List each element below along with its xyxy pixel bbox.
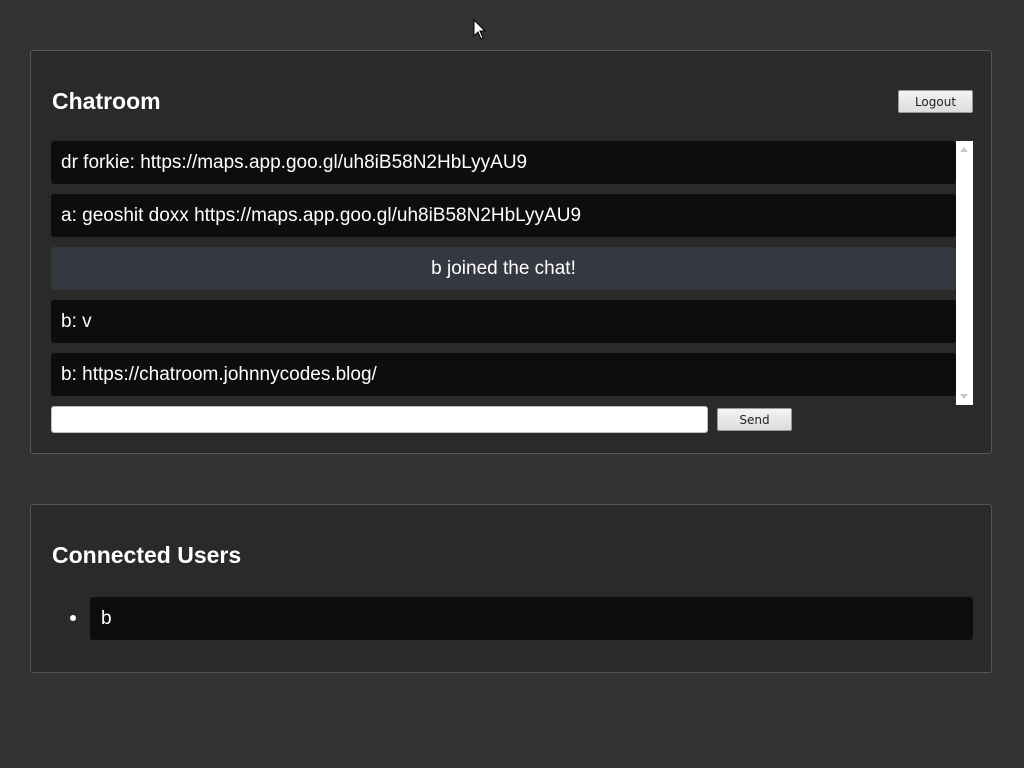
connected-users-panel: Connected Users b: [30, 504, 992, 673]
message-item: b: https://chatroom.johnnycodes.blog/: [51, 353, 956, 396]
message-list[interactable]: dr forkie: https://maps.app.goo.gl/uh8iB…: [51, 141, 973, 405]
logout-button[interactable]: Logout: [898, 90, 973, 113]
connected-users-title: Connected Users: [52, 542, 242, 568]
message-item: a: geoshit doxx https://maps.app.goo.gl/…: [51, 194, 956, 237]
chatroom-title: Chatroom: [52, 88, 161, 114]
user-list-item: b: [70, 597, 973, 640]
scroll-up-arrow-icon[interactable]: [960, 147, 968, 152]
send-button[interactable]: Send: [717, 408, 792, 431]
scroll-down-arrow-icon[interactable]: [960, 394, 968, 399]
message-input[interactable]: [51, 406, 708, 433]
message-item: dr forkie: https://maps.app.goo.gl/uh8iB…: [51, 141, 956, 184]
connected-users-list: b: [51, 597, 973, 640]
chatroom-panel: Chatroom Logout dr forkie: https://maps.…: [30, 50, 992, 454]
message-item: b: v: [51, 300, 956, 343]
bullet-icon: [70, 615, 76, 621]
system-message: b joined the chat!: [51, 247, 956, 290]
user-name: b: [101, 608, 112, 629]
mouse-cursor-icon: [473, 19, 487, 40]
message-scrollbar[interactable]: [956, 141, 973, 405]
